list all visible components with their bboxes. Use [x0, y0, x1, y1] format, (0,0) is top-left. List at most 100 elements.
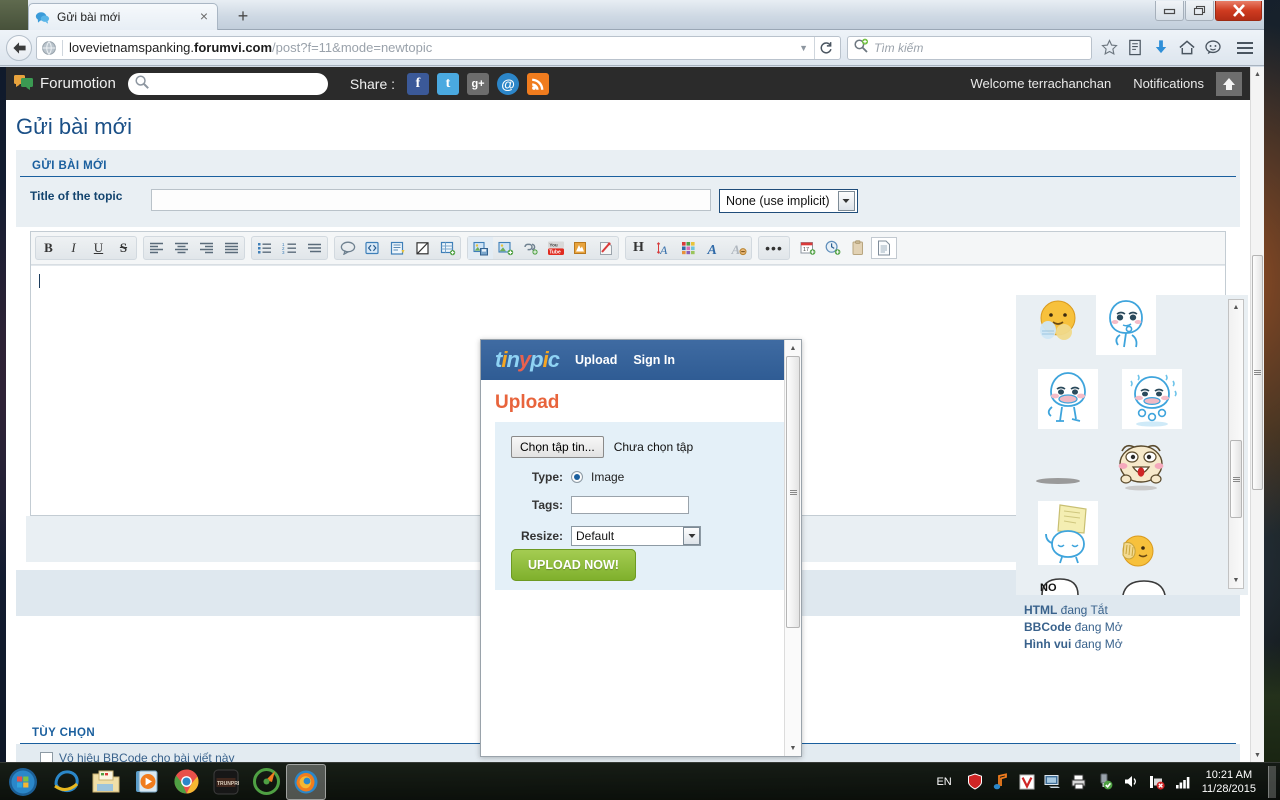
prefix-select[interactable]: None (use implicit) — [719, 189, 858, 213]
page-scrollbar[interactable]: ▲ ▼ — [1250, 67, 1264, 762]
usb-safe-icon[interactable] — [1095, 771, 1115, 793]
scroll-down-icon[interactable]: ▼ — [1229, 573, 1243, 588]
smiley-no-partial[interactable]: NO — [1038, 575, 1086, 595]
align-left-icon[interactable] — [144, 237, 169, 259]
tinypic-nav-signin[interactable]: Sign In — [633, 353, 675, 367]
resize-select[interactable]: Default — [571, 526, 701, 546]
browser-tab[interactable]: Gửi bài mới × — [28, 3, 218, 30]
scroll-down-icon[interactable]: ▼ — [1251, 748, 1264, 762]
code-icon[interactable] — [360, 237, 385, 259]
download-icon[interactable] — [1148, 35, 1174, 61]
game-launcher-icon[interactable]: TRUNPRKH — [206, 764, 246, 800]
network-error-icon[interactable] — [1147, 771, 1167, 793]
firefox-icon[interactable] — [286, 763, 326, 800]
remove-format-icon[interactable]: A — [726, 237, 751, 259]
timer-icon[interactable] — [821, 237, 846, 259]
search-input[interactable]: Tìm kiếm — [847, 35, 1092, 60]
smiley-hold-paper[interactable] — [1038, 501, 1098, 565]
choose-file-button[interactable]: Chọn tập tin... — [511, 436, 604, 458]
internet-explorer-icon[interactable] — [46, 764, 86, 800]
arrow-up-icon[interactable] — [1216, 71, 1242, 96]
smilies-scrollbar[interactable]: ▲ ▼ — [1228, 299, 1244, 589]
youtube-icon[interactable]: You Tube — [543, 237, 568, 259]
page-scroll-thumb[interactable] — [1252, 255, 1263, 490]
back-icon[interactable] — [6, 34, 32, 61]
shield-icon[interactable] — [965, 771, 985, 793]
paste-icon[interactable] — [846, 237, 871, 259]
welcome-message[interactable]: Welcome terrachanchan — [971, 76, 1112, 91]
tinypic-scrollbar[interactable]: ▲ ▼ — [784, 340, 801, 756]
bullet-list-icon[interactable] — [252, 237, 277, 259]
smiley-think-blue[interactable] — [1096, 295, 1156, 355]
align-justify-icon[interactable] — [219, 237, 244, 259]
align-center-icon[interactable] — [169, 237, 194, 259]
close-tab-icon[interactable]: × — [197, 9, 211, 24]
chat-icon[interactable] — [1200, 35, 1226, 61]
facebook-icon[interactable]: f — [407, 72, 430, 95]
hide-icon[interactable] — [410, 237, 435, 259]
align-right-icon[interactable] — [194, 237, 219, 259]
numbered-list-icon[interactable]: 1 2 3 — [277, 237, 302, 259]
spoiler-icon[interactable] — [385, 237, 410, 259]
upload-now-button[interactable]: UPLOAD NOW! — [511, 549, 636, 581]
quote-icon[interactable] — [335, 237, 360, 259]
clock[interactable]: 10:21 AM 11/28/2015 — [1202, 768, 1256, 796]
smiley-shy-blue[interactable] — [1038, 369, 1098, 429]
chevron-down-icon[interactable] — [683, 527, 700, 545]
italic-button[interactable]: I — [61, 237, 86, 259]
strikethrough-button[interactable]: S — [111, 237, 136, 259]
smiley-blush-gold[interactable] — [1034, 297, 1082, 345]
minimize-icon[interactable] — [1155, 1, 1184, 21]
home-icon[interactable] — [1174, 35, 1200, 61]
language-indicator[interactable]: EN — [936, 776, 951, 788]
smiley-sweat-blue[interactable] — [1122, 369, 1182, 429]
smiley-shadow[interactable] — [1034, 475, 1082, 485]
font-family-icon[interactable]: A — [701, 237, 726, 259]
windows-start-icon[interactable] — [0, 764, 46, 800]
google-chrome-icon[interactable] — [166, 764, 206, 800]
media-player-icon[interactable] — [126, 764, 166, 800]
avast-icon[interactable] — [246, 764, 286, 800]
url-bar[interactable]: lovevietnamspanking.forumvi.com/post?f=1… — [36, 35, 841, 60]
tinypic-nav-upload[interactable]: Upload — [575, 353, 617, 367]
scroll-up-icon[interactable]: ▲ — [785, 340, 801, 356]
reload-icon[interactable] — [814, 36, 836, 59]
printer-icon[interactable] — [1069, 771, 1089, 793]
signal-bars-icon[interactable] — [1173, 771, 1193, 793]
bookmark-star-icon[interactable] — [1096, 35, 1122, 61]
tags-input[interactable] — [571, 496, 689, 514]
calendar-icon[interactable]: 17 — [796, 237, 821, 259]
underline-button[interactable]: U — [86, 237, 111, 259]
file-explorer-icon[interactable] — [86, 764, 126, 800]
scroll-up-icon[interactable]: ▲ — [1251, 67, 1264, 81]
preview-page-icon[interactable] — [871, 237, 897, 259]
scroll-up-icon[interactable]: ▲ — [1229, 300, 1243, 315]
scroll-down-icon[interactable]: ▼ — [785, 740, 801, 756]
show-desktop-button[interactable] — [1268, 765, 1276, 798]
volume-icon[interactable] — [1121, 771, 1141, 793]
smiley-laugh-cream[interactable] — [1112, 441, 1170, 493]
network-monitor-icon[interactable] — [1043, 771, 1063, 793]
font-size-icon[interactable]: A — [651, 237, 676, 259]
insert-link-icon[interactable] — [518, 237, 543, 259]
notifications-link[interactable]: Notifications — [1133, 76, 1204, 91]
host-image-icon[interactable] — [468, 237, 493, 259]
rss-icon[interactable] — [527, 72, 550, 95]
smilies-scroll-thumb[interactable] — [1230, 440, 1242, 518]
avira-v-icon[interactable] — [1017, 771, 1037, 793]
new-tab-button[interactable]: + — [230, 6, 256, 28]
forumotion-logo[interactable]: Forumotion — [14, 73, 116, 94]
more-options-button[interactable]: ••• — [759, 237, 789, 259]
insert-image-icon[interactable] — [493, 237, 518, 259]
forum-search-input[interactable] — [127, 72, 328, 95]
table-icon[interactable] — [435, 237, 460, 259]
flash-icon[interactable] — [568, 237, 593, 259]
bold-button[interactable]: B — [36, 237, 61, 259]
topic-title-input[interactable] — [151, 189, 711, 211]
smiley-partial-2[interactable] — [1120, 577, 1168, 595]
smiley-facepalm-gold[interactable] — [1120, 533, 1156, 569]
twitter-icon[interactable]: t — [437, 72, 460, 95]
indent-icon[interactable] — [302, 237, 327, 259]
type-image-radio[interactable] — [571, 471, 583, 483]
heading-button[interactable]: H — [626, 237, 651, 259]
